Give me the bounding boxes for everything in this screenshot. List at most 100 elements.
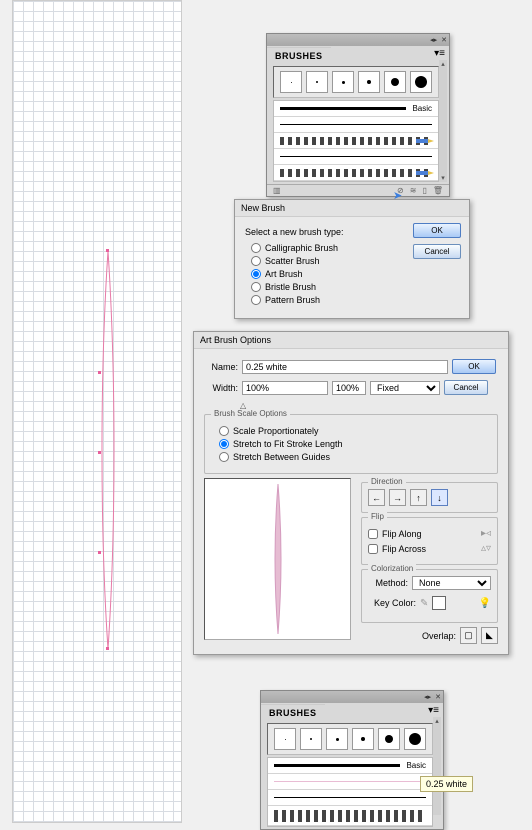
brush-list-item[interactable]: Basic xyxy=(274,101,438,117)
brush-list-item[interactable] xyxy=(268,790,432,806)
radio-bristle[interactable]: Bristle Brush xyxy=(251,282,459,292)
width-label: Width: xyxy=(204,383,238,393)
overlap-label: Overlap: xyxy=(422,631,456,641)
cancel-button[interactable]: Cancel xyxy=(444,380,488,395)
group-title: Colorization xyxy=(368,564,416,573)
brush-thumb[interactable] xyxy=(274,728,296,750)
direction-down-button[interactable]: ↓ xyxy=(431,489,448,506)
panel-menu-icon[interactable]: ▾≡ xyxy=(428,705,439,716)
brush-list-item[interactable] xyxy=(274,117,438,133)
brush-list-item[interactable] xyxy=(274,165,438,181)
brush-thumb[interactable] xyxy=(404,728,426,750)
group-title: Direction xyxy=(368,477,406,486)
pencil-icon xyxy=(416,168,434,178)
brush-thumb[interactable] xyxy=(300,728,322,750)
keycolor-swatch[interactable] xyxy=(432,596,446,610)
direction-left-button[interactable]: ← xyxy=(368,489,385,506)
panel-footer: ▥ ⊘ ≋ ▯ 🗑 xyxy=(267,184,449,196)
scrollbar[interactable] xyxy=(433,717,441,815)
scroll-down-icon[interactable]: ▾ xyxy=(438,174,448,182)
brush-list-item[interactable]: Basic xyxy=(268,758,432,774)
anchor-point-mid[interactable] xyxy=(98,451,101,454)
new-brush-dialog: New Brush Select a new brush type: Calli… xyxy=(234,199,470,319)
libraries-icon[interactable]: ▥ xyxy=(273,186,281,195)
radio-label: Scale Proportionately xyxy=(233,426,319,436)
brush-thumb[interactable] xyxy=(326,728,348,750)
overlap-off-button[interactable]: ▢ xyxy=(460,627,477,644)
radio-label: Scatter Brush xyxy=(265,256,320,266)
radio-stretch-guides[interactable]: Stretch Between Guides xyxy=(219,452,489,462)
scroll-up-icon[interactable]: ▴ xyxy=(438,60,448,68)
brush-tooltip: 0.25 white xyxy=(420,776,473,792)
direction-group: Direction ← → ↑ ↓ xyxy=(361,482,498,513)
anchor-point-mid[interactable] xyxy=(98,551,101,554)
direction-up-button[interactable]: ↑ xyxy=(410,489,427,506)
panel-menu-icon[interactable]: ▾≡ xyxy=(434,48,445,59)
brush-list: Basic xyxy=(273,100,439,182)
radio-art[interactable]: Art Brush xyxy=(251,269,459,279)
brush-list-item[interactable] xyxy=(274,149,438,165)
eyedropper-icon[interactable]: ✎ xyxy=(420,598,428,609)
radio-stretch-fit[interactable]: Stretch to Fit Stroke Length xyxy=(219,439,489,449)
brush-list: Basic xyxy=(267,757,433,827)
tips-icon[interactable]: 💡 xyxy=(479,598,491,609)
close-icon[interactable]: ✕ xyxy=(441,36,447,44)
brush-list-item[interactable] xyxy=(268,806,432,826)
direction-right-button[interactable]: → xyxy=(389,489,406,506)
panel-titlebar[interactable]: ◂▸ ✕ xyxy=(261,691,443,703)
brushes-panel-bottom: ◂▸ ✕ BRUSHES ▾≡ Basic ▴ xyxy=(260,690,444,830)
options-icon[interactable]: ≋ xyxy=(410,186,417,195)
width-right-input[interactable] xyxy=(332,381,366,395)
collapse-icon[interactable]: ◂▸ xyxy=(430,36,437,44)
dialog-title: Art Brush Options xyxy=(194,332,508,349)
collapse-icon[interactable]: ◂▸ xyxy=(424,693,431,701)
brush-thumb[interactable] xyxy=(332,71,354,93)
brush-list-item[interactable] xyxy=(268,774,432,790)
anchor-point-top[interactable] xyxy=(106,249,109,252)
brush-preview xyxy=(204,478,351,640)
width-mode-select[interactable]: Fixed xyxy=(370,381,440,395)
overlap-on-button[interactable]: ◣ xyxy=(481,627,498,644)
artwork-stroke[interactable] xyxy=(98,251,118,649)
flip-across-checkbox[interactable]: Flip Across ▵▿ xyxy=(368,543,491,554)
panel-titlebar[interactable]: ◂▸ ✕ xyxy=(267,34,449,46)
scroll-up-icon[interactable]: ▴ xyxy=(432,717,442,725)
colorization-group: Colorization Method: None Key Color: ✎ 💡 xyxy=(361,569,498,623)
brush-thumb[interactable] xyxy=(306,71,328,93)
method-select[interactable]: None xyxy=(412,576,491,590)
name-input[interactable] xyxy=(242,360,448,374)
canvas-grid[interactable] xyxy=(12,0,182,823)
brush-list-item[interactable] xyxy=(274,133,438,149)
brush-thumb[interactable] xyxy=(358,71,380,93)
trash-icon[interactable]: 🗑 xyxy=(433,186,443,195)
cancel-button[interactable]: Cancel xyxy=(413,244,461,259)
flip-across-icon: ▵▿ xyxy=(481,543,491,554)
pencil-icon xyxy=(416,136,434,146)
flip-along-checkbox[interactable]: Flip Along ▸◃ xyxy=(368,528,491,539)
new-brush-icon[interactable]: ▯ xyxy=(422,186,426,195)
brush-thumb[interactable] xyxy=(352,728,374,750)
radio-label: Calligraphic Brush xyxy=(265,243,338,253)
close-icon[interactable]: ✕ xyxy=(435,693,441,701)
brush-thumb[interactable] xyxy=(378,728,400,750)
brushes-tab[interactable]: BRUSHES xyxy=(267,47,331,63)
brush-scale-group: Brush Scale Options Scale Proportionatel… xyxy=(204,414,498,474)
brush-thumb[interactable] xyxy=(280,71,302,93)
ok-button[interactable]: OK xyxy=(413,223,461,238)
anchor-point-mid[interactable] xyxy=(98,371,101,374)
brushes-panel: ◂▸ ✕ BRUSHES ▾≡ Basic ▥ ⊘ ≋ ▯ xyxy=(266,33,450,197)
check-label: Flip Along xyxy=(382,529,422,539)
width-left-input[interactable] xyxy=(242,381,328,395)
scrollbar[interactable] xyxy=(439,60,447,182)
radio-scale-proportionately[interactable]: Scale Proportionately xyxy=(219,426,489,436)
ok-button[interactable]: OK xyxy=(452,359,496,374)
radio-pattern[interactable]: Pattern Brush xyxy=(251,295,459,305)
flip-along-icon: ▸◃ xyxy=(481,528,491,539)
brush-thumbnail-row xyxy=(273,66,439,98)
brushes-tab[interactable]: BRUSHES xyxy=(261,704,325,720)
radio-label: Art Brush xyxy=(265,269,303,279)
anchor-point-bottom[interactable] xyxy=(106,647,109,650)
brush-thumb[interactable] xyxy=(384,71,406,93)
check-label: Flip Across xyxy=(382,544,426,554)
brush-thumb[interactable] xyxy=(410,71,432,93)
